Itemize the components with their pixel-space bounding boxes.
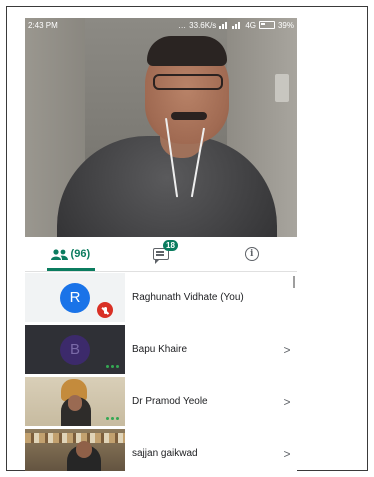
participant-thumbnail: B (25, 325, 125, 374)
participant-thumbnail (25, 377, 125, 426)
chevron-right-icon[interactable]: > (277, 343, 297, 357)
battery-level: 39% (277, 20, 294, 30)
avatar: B (60, 334, 90, 365)
participant-name: Bapu Khaire (132, 344, 188, 355)
participant-name: Raghunath Vidhate (You) (132, 292, 244, 303)
signal-icon (219, 21, 229, 29)
participant-thumbnail: R (25, 273, 125, 322)
more-icon: … (178, 20, 187, 30)
participant-row[interactable]: Dr Pramod Yeole > (25, 377, 297, 426)
active-tab-indicator (47, 268, 95, 271)
network-speed: 33.6K/s (189, 20, 217, 30)
people-icon (50, 248, 68, 260)
avatar: R (60, 282, 90, 313)
participant-thumbnail (25, 429, 125, 471)
chevron-right-icon[interactable]: > (277, 447, 297, 461)
video-background (25, 433, 125, 443)
status-bar: 2:43 PM … 33.6K/s 4G 39% (25, 18, 297, 32)
tab-info[interactable]: i (206, 237, 297, 271)
info-icon: i (244, 247, 259, 261)
participant-row[interactable]: R Raghunath Vidhate (You) (25, 273, 297, 322)
speaker-mustache (171, 112, 207, 120)
participant-video (68, 395, 82, 411)
participant-row[interactable]: sajjan gaikwad > (25, 429, 297, 471)
mic-off-icon (97, 302, 113, 318)
status-time: 2:43 PM (28, 20, 58, 30)
video-background (275, 74, 289, 102)
speaker-hair (147, 36, 227, 66)
battery-icon (258, 21, 275, 29)
participant-video (76, 441, 92, 458)
participant-name: sajjan gaikwad (132, 448, 198, 459)
participant-list: R Raghunath Vidhate (You) B Bapu Khaire … (25, 273, 297, 471)
tab-chat[interactable]: 18 (116, 237, 207, 271)
speaking-indicator-icon (106, 365, 119, 368)
tab-people[interactable]: (96) (25, 237, 116, 271)
status-indicators: … 33.6K/s 4G 39% (178, 21, 294, 30)
speaker-glasses (153, 74, 223, 90)
signal-icon (232, 21, 242, 29)
panel-tabs: (96) 18 i (25, 237, 297, 272)
participant-name: Dr Pramod Yeole (132, 396, 208, 407)
participant-row[interactable]: B Bapu Khaire > (25, 325, 297, 374)
chevron-right-icon[interactable]: > (277, 395, 297, 409)
meet-app: 2:43 PM … 33.6K/s 4G 39% (96) 18 i R Rag… (25, 18, 297, 471)
chat-unread-badge: 18 (163, 240, 178, 251)
network-type: 4G (245, 20, 256, 30)
main-video[interactable]: 2:43 PM … 33.6K/s 4G 39% (25, 18, 297, 237)
speaking-indicator-icon (106, 417, 119, 420)
people-count: (96) (70, 248, 91, 260)
